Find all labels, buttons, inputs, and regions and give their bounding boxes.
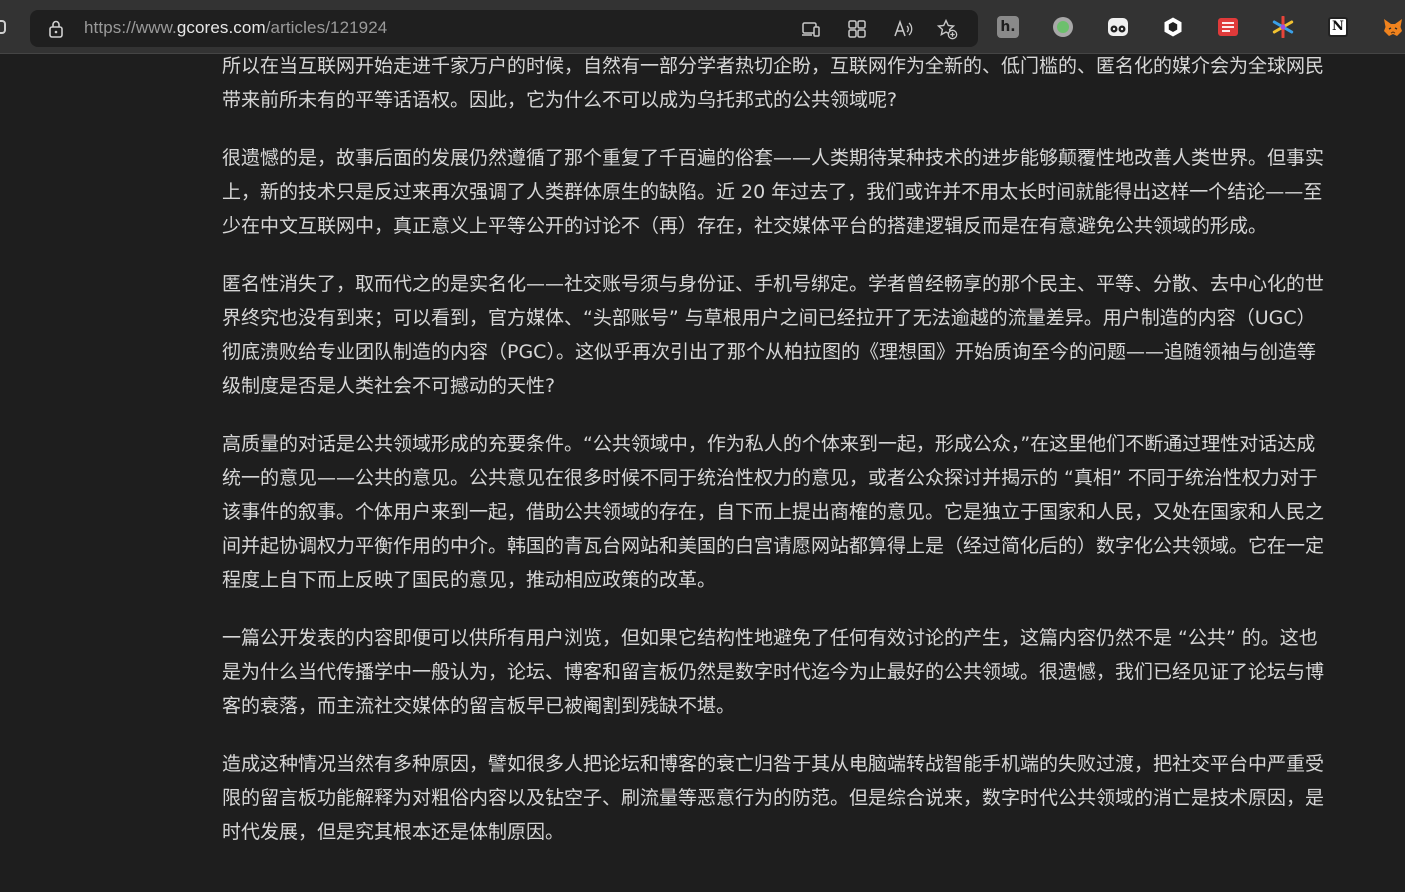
url-host: gcores.com: [176, 18, 266, 37]
eyes-extension-icon[interactable]: [1107, 16, 1129, 38]
article-paragraph: 高质量的对话是公共领域形成的充要条件。“公共领域中，作为私人的个体来到一起，形成…: [222, 433, 1325, 591]
article-paragraph: 匿名性消失了，取而代之的是实名化——社交账号须与身份证、手机号绑定。学者曾经畅享…: [222, 273, 1325, 397]
article-paragraph: 一篇公开发表的内容即便可以供所有用户浏览，但如果它结构性地避免了任何有效讨论的产…: [222, 627, 1325, 717]
url-text[interactable]: https://www.gcores.com/articles/121924: [84, 18, 387, 38]
hexagon-extension-icon[interactable]: [1162, 16, 1184, 38]
browser-toolbar: https://www.gcores.com/articles/121924 h…: [0, 0, 1405, 54]
address-bar[interactable]: https://www.gcores.com/articles/121924: [30, 10, 978, 47]
h-extension-label: h.: [997, 16, 1019, 38]
apps-icon[interactable]: [846, 18, 868, 40]
color-star-extension-icon[interactable]: [1272, 16, 1294, 38]
favorite-add-icon[interactable]: [936, 18, 958, 40]
notion-extension-icon[interactable]: N: [1327, 16, 1349, 38]
h-extension-icon[interactable]: h.: [997, 16, 1019, 38]
notion-extension-label: N: [1328, 17, 1348, 37]
article-body: 所以在当互联网开始走进千家万户的时候，自然有一部分学者热切企盼，互联网作为全新的…: [222, 49, 1328, 873]
article-paragraph: 所以在当互联网开始走进千家万户的时候，自然有一部分学者热切企盼，互联网作为全新的…: [222, 55, 1325, 111]
red-list-extension-icon[interactable]: [1217, 16, 1239, 38]
read-aloud-icon[interactable]: [892, 18, 914, 40]
url-path: /articles/121924: [265, 18, 388, 37]
metamask-fox-icon[interactable]: [1382, 16, 1404, 38]
green-circle-extension-icon[interactable]: [1052, 16, 1074, 38]
lock-icon[interactable]: [48, 20, 64, 38]
url-prefix: https://www.: [84, 18, 177, 37]
device-icon[interactable]: [800, 18, 822, 40]
sidebar-toggle-icon[interactable]: [0, 20, 6, 34]
article-paragraph: 造成这种情况当然有多种原因，譬如很多人把论坛和博客的衰亡归咎于其从电脑端转战智能…: [222, 753, 1325, 843]
article-paragraph: 很遗憾的是，故事后面的发展仍然遵循了那个重复了千百遍的俗套——人类期待某种技术的…: [222, 147, 1325, 237]
